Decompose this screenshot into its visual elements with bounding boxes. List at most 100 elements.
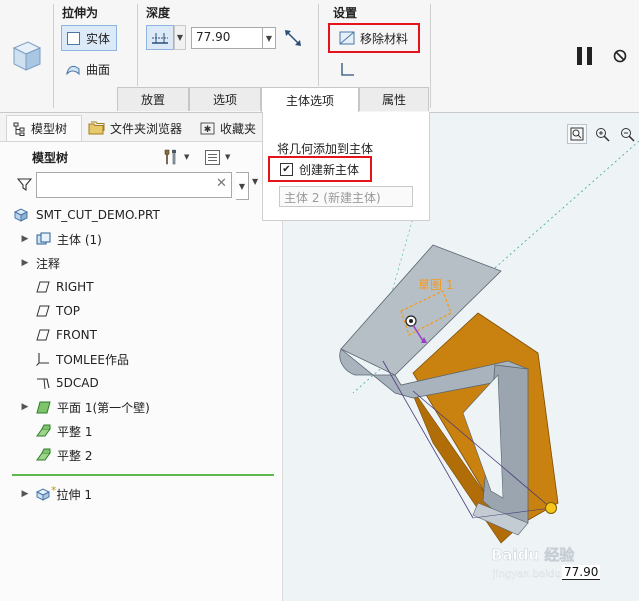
watermark-brand: Baidu 经验 bbox=[491, 546, 575, 564]
filter-icon bbox=[16, 177, 32, 191]
favorites-icon: ✱ bbox=[200, 122, 215, 135]
tree-item-annotations[interactable]: ▶ 注释 bbox=[20, 252, 60, 274]
csys-icon bbox=[37, 378, 50, 390]
insert-here-line[interactable] bbox=[12, 474, 274, 476]
sketch-label: 草图 1 bbox=[418, 278, 453, 292]
search-dropdown[interactable]: ▼ bbox=[236, 172, 249, 200]
ribbon: 拉伸为 实体 曲面 深度 ▼ 77.90 ▼ 设置 移除材料 放置 选项 主体选… bbox=[0, 0, 639, 113]
solid-label: 实体 bbox=[86, 31, 111, 46]
depth-type-dropdown[interactable]: ▼ bbox=[174, 25, 186, 50]
tree-search-input[interactable] bbox=[36, 172, 232, 198]
tree-item-flat-1[interactable]: 平整 1 bbox=[36, 420, 92, 442]
part-icon bbox=[14, 208, 28, 222]
remove-material-button[interactable]: 移除材料 bbox=[328, 23, 420, 53]
tab-model-tree[interactable]: 模型树 bbox=[6, 115, 82, 141]
remove-material-icon bbox=[339, 31, 355, 45]
expand-arrow-icon[interactable]: ▶ bbox=[20, 489, 30, 499]
tree-root-label: SMT_CUT_DEMO.PRT bbox=[36, 208, 160, 222]
thicken-sketch-button[interactable] bbox=[339, 60, 357, 78]
tab-folder-browser[interactable]: 文件夹浏览器 bbox=[86, 115, 194, 141]
clear-search-icon[interactable]: ✕ bbox=[216, 176, 227, 191]
tree-item-label: 注释 bbox=[36, 256, 61, 271]
cancel-icon bbox=[613, 49, 627, 63]
depth-value-input[interactable]: 77.90 bbox=[191, 27, 263, 49]
search-options-dropdown[interactable]: ▼ bbox=[252, 177, 258, 186]
tab-properties-label: 属性 bbox=[381, 93, 406, 107]
depth-title: 深度 bbox=[146, 6, 171, 20]
flat-wall-icon bbox=[36, 424, 51, 437]
datum-plane-icon bbox=[36, 329, 50, 341]
chevron-down-icon: ▼ bbox=[176, 33, 184, 42]
tree-item-label: 平整 1 bbox=[57, 424, 93, 439]
cancel-button[interactable] bbox=[610, 46, 630, 66]
new-body-name-field: 主体 2 (新建主体) bbox=[279, 186, 413, 207]
flip-direction-icon bbox=[285, 30, 301, 46]
remove-material-label: 移除材料 bbox=[360, 31, 409, 46]
tab-options[interactable]: 选项 bbox=[189, 87, 261, 111]
tab-model-tree-label: 模型树 bbox=[31, 122, 68, 136]
body-options-panel: 将几何添加到主体 ✔ 创建新主体 主体 2 (新建主体) bbox=[262, 112, 430, 221]
tree-item-bodies[interactable]: ▶ 主体 (1) bbox=[20, 228, 102, 250]
chevron-down-icon: ▼ bbox=[238, 181, 246, 191]
coordinate-system-icon bbox=[36, 353, 49, 366]
depth-value-dropdown[interactable]: ▼ bbox=[263, 27, 276, 49]
tab-body-options[interactable]: 主体选项 bbox=[261, 87, 359, 112]
tab-placement[interactable]: 放置 bbox=[117, 87, 189, 111]
tree-item-tomlee[interactable]: TOMLEE作品 bbox=[36, 348, 129, 370]
depth-value: 77.90 bbox=[196, 30, 231, 44]
tree-item-label: TOP bbox=[56, 304, 81, 318]
tree-root[interactable]: SMT_CUT_DEMO.PRT bbox=[14, 204, 160, 226]
surface-button[interactable]: 曲面 bbox=[61, 57, 121, 81]
model-tree-heading: 模型树 bbox=[32, 151, 69, 165]
tab-placement-label: 放置 bbox=[140, 93, 165, 107]
model-tree-pane: 模型树 文件夹浏览器 ✱ 收藏夹 模型树 ▼ ▼ ✕ ▼ ▼ SMT_CUT_D… bbox=[0, 113, 283, 601]
tree-item-flat-2[interactable]: 平整 2 bbox=[36, 444, 92, 466]
depth-dimension-text: 77.90 bbox=[564, 565, 599, 579]
expand-arrow-icon[interactable]: ▶ bbox=[20, 258, 30, 268]
sheetmetal-wall-icon bbox=[36, 401, 51, 413]
datum-plane-icon bbox=[36, 281, 50, 293]
body-icon bbox=[36, 232, 51, 245]
tree-item-label: TOMLEE作品 bbox=[56, 352, 129, 367]
tree-settings-button[interactable]: ▼ bbox=[162, 146, 196, 168]
blind-depth-icon bbox=[152, 32, 168, 44]
extrude-feature-icon bbox=[10, 38, 42, 72]
tree-item-label: 平面 1(第一个壁) bbox=[57, 400, 150, 415]
thicken-icon bbox=[341, 63, 354, 76]
depth-drag-handle-icon[interactable] bbox=[545, 502, 557, 514]
expand-arrow-icon[interactable]: ▶ bbox=[20, 234, 30, 244]
extrude-icon bbox=[36, 488, 51, 501]
depth-type-button[interactable] bbox=[146, 25, 174, 50]
tree-item-front[interactable]: FRONT bbox=[36, 324, 97, 346]
model-tree-icon bbox=[13, 122, 25, 136]
tab-folder-browser-label: 文件夹浏览器 bbox=[110, 121, 183, 136]
chevron-down-icon: ▼ bbox=[265, 33, 273, 43]
pause-icon bbox=[576, 47, 592, 65]
tab-properties[interactable]: 属性 bbox=[359, 87, 429, 111]
filter-button[interactable] bbox=[14, 173, 34, 195]
drag-handle-center bbox=[409, 319, 413, 323]
chevron-down-icon: ▼ bbox=[184, 153, 190, 161]
tab-options-label: 选项 bbox=[212, 93, 237, 107]
depth-dimension-value[interactable]: 77.90 bbox=[562, 565, 601, 580]
tree-show-button[interactable]: ▼ bbox=[204, 146, 238, 168]
settings-title: 设置 bbox=[333, 6, 358, 20]
tree-item-first-wall[interactable]: ▶ 平面 1(第一个壁) bbox=[20, 396, 150, 418]
pause-button[interactable] bbox=[572, 43, 596, 69]
tools-icon bbox=[164, 149, 176, 165]
create-new-body-option[interactable]: ✔ 创建新主体 bbox=[268, 156, 372, 182]
tree-item-extrude-1[interactable]: ▶ * 拉伸 1 bbox=[20, 483, 92, 505]
flip-direction-button[interactable] bbox=[282, 27, 304, 49]
tree-item-5dcad[interactable]: 5DCAD bbox=[36, 372, 99, 394]
create-new-body-label: 创建新主体 bbox=[299, 162, 360, 177]
tree-item-label: 拉伸 1 bbox=[56, 487, 92, 502]
expand-arrow-icon[interactable]: ▶ bbox=[20, 402, 30, 412]
tree-item-label: 主体 (1) bbox=[57, 232, 102, 247]
tab-favorites[interactable]: ✱ 收藏夹 bbox=[198, 115, 262, 141]
solid-icon bbox=[67, 31, 80, 45]
folder-icon bbox=[88, 121, 105, 135]
tree-item-right[interactable]: RIGHT bbox=[36, 276, 94, 298]
solid-button[interactable]: 实体 bbox=[61, 25, 117, 51]
tree-item-top[interactable]: TOP bbox=[36, 300, 80, 322]
create-new-body-checkbox[interactable]: ✔ bbox=[280, 162, 293, 176]
